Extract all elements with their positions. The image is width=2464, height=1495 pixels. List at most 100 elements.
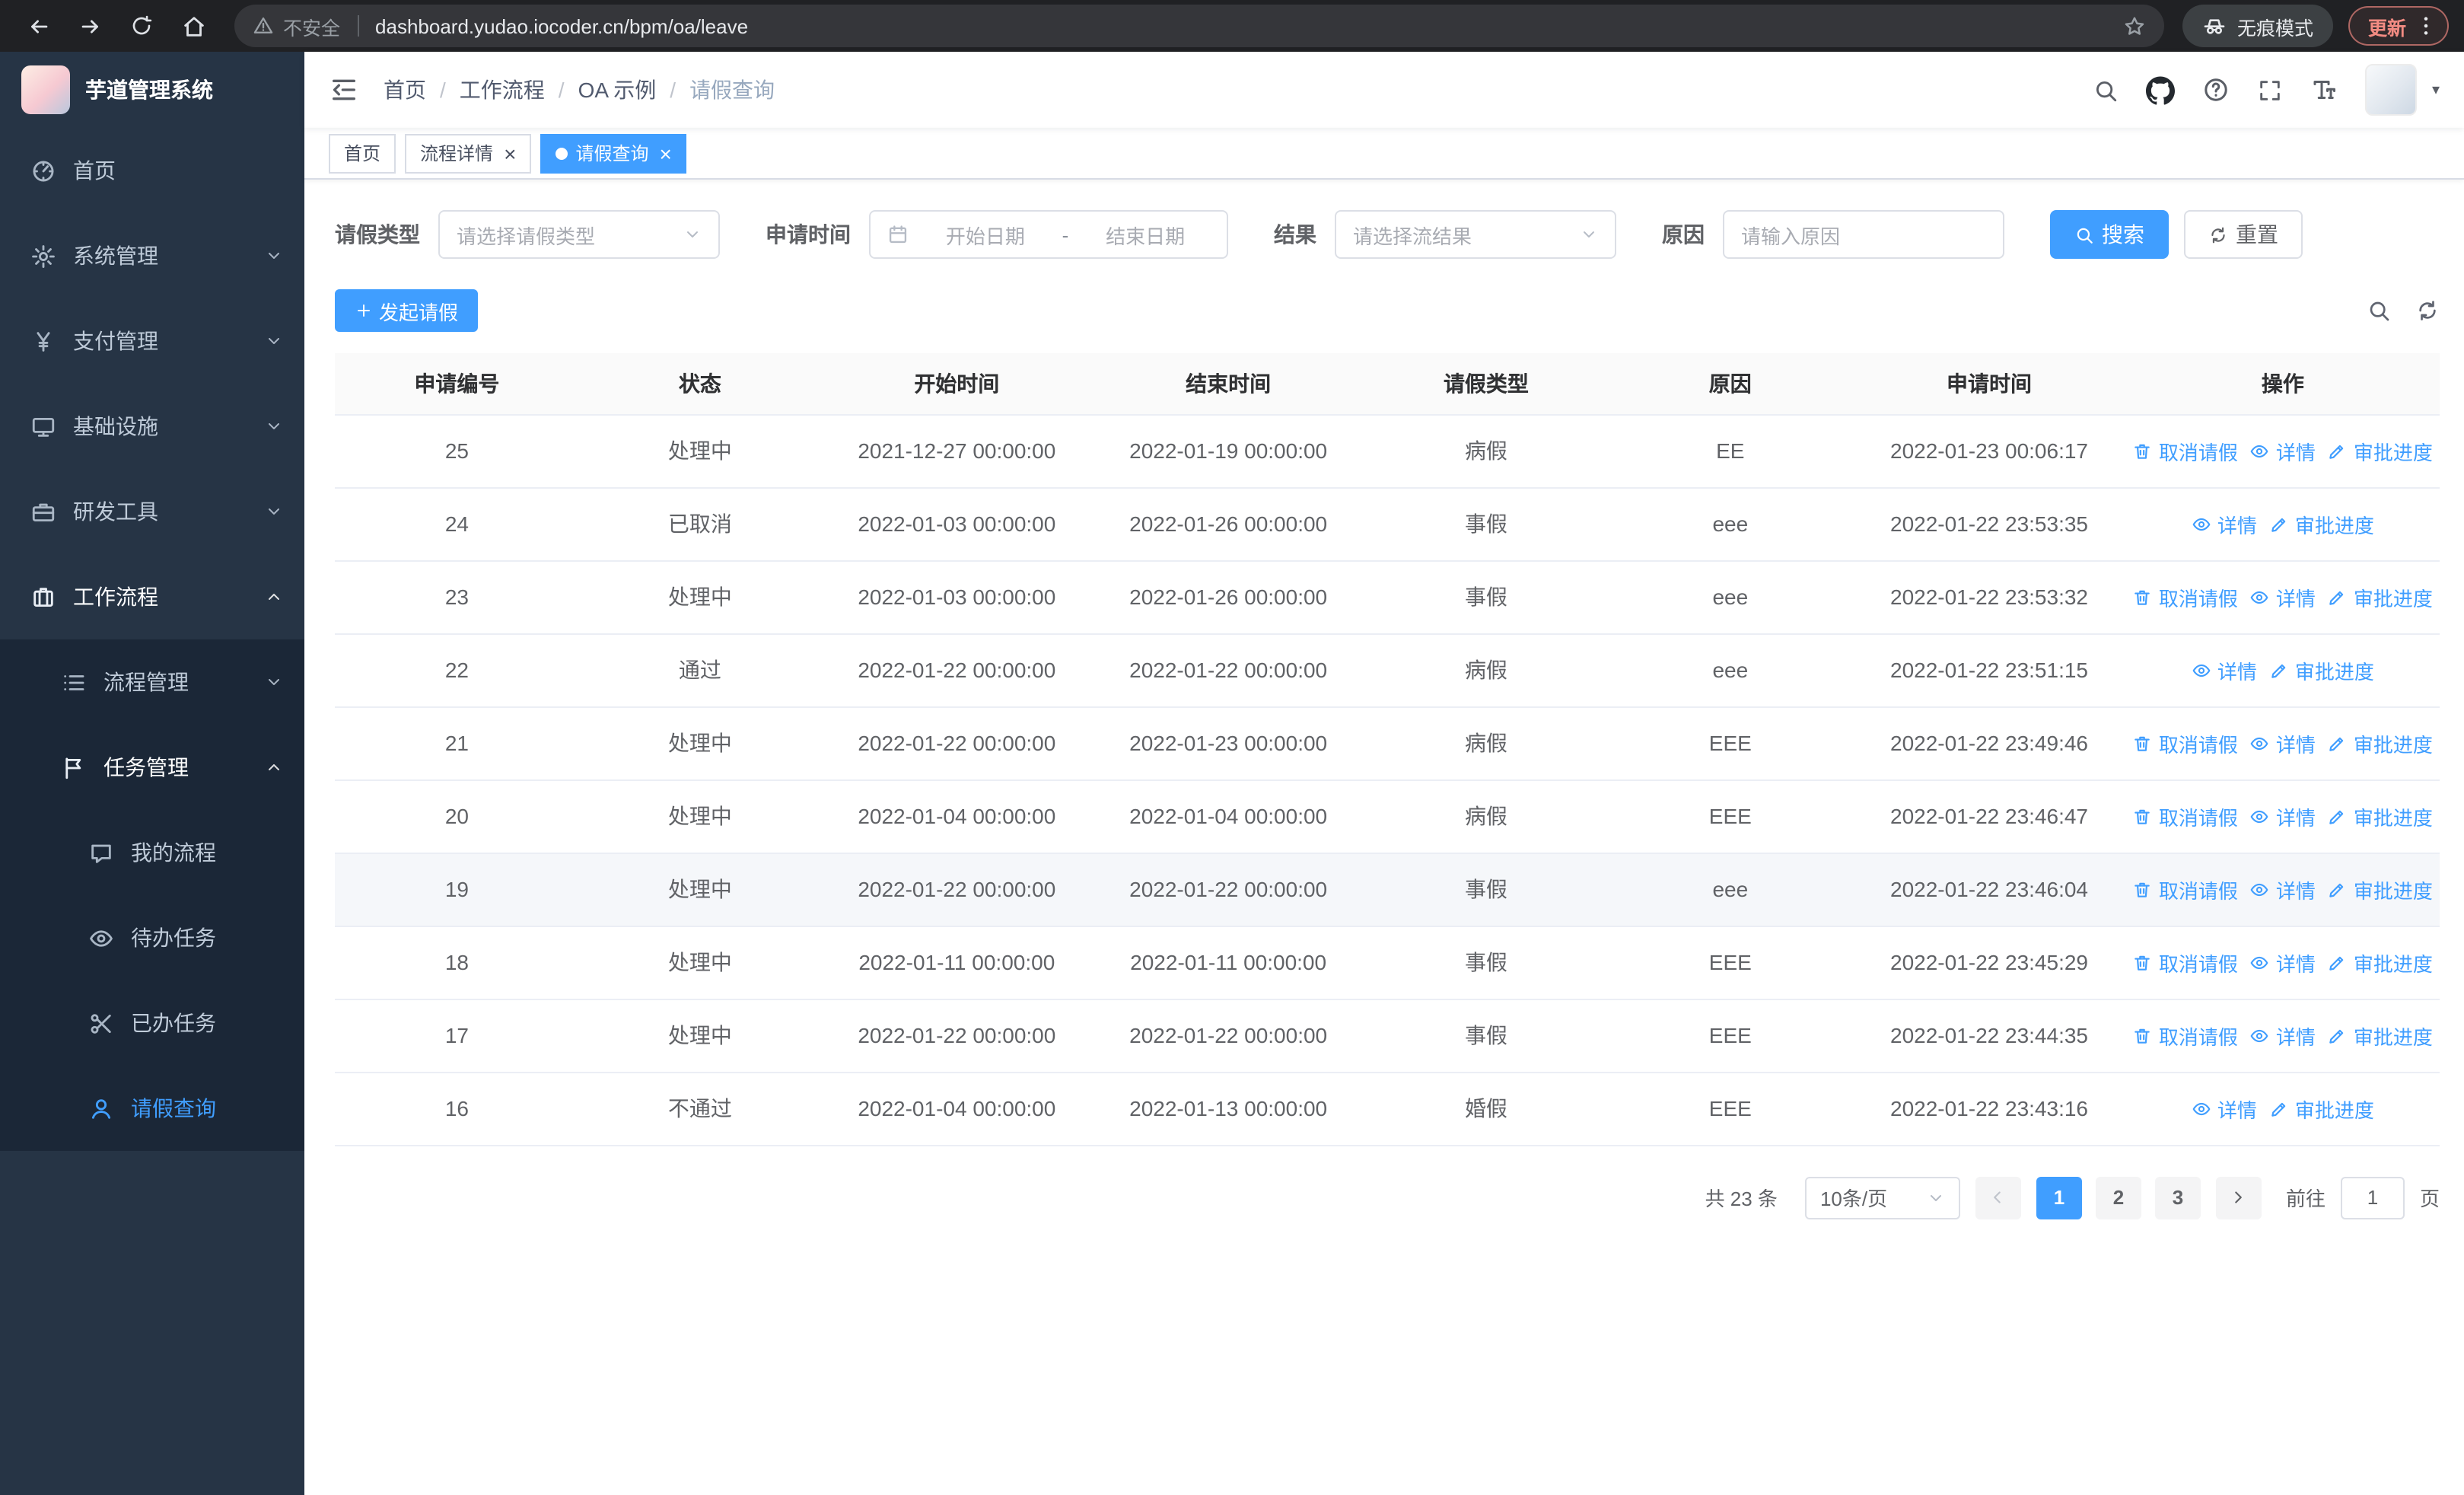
progress-link[interactable]: 审批进度 (2328, 1021, 2433, 1050)
browser-back-button[interactable] (15, 3, 61, 49)
leave-type-select[interactable]: 请选择请假类型 (438, 210, 720, 259)
progress-link[interactable]: 审批进度 (2269, 1094, 2374, 1123)
sidebar-item-workflow[interactable]: 工作流程 (0, 554, 304, 639)
app-logo[interactable]: 芋道管理系统 (0, 52, 304, 128)
detail-link[interactable]: 详情 (2250, 948, 2316, 977)
tab-home[interactable]: 首页 (329, 133, 396, 173)
sidebar-item-leave-query[interactable]: 请假查询 (0, 1066, 304, 1151)
user-avatar[interactable] (2364, 64, 2417, 116)
sidebar-item-process-management[interactable]: 流程管理 (0, 639, 304, 725)
detail-link[interactable]: 详情 (2192, 509, 2257, 538)
filter-apply-time: 申请时间 开始日期 - 结束日期 (766, 210, 1228, 259)
search-button[interactable]: 搜索 (2050, 210, 2169, 259)
header-search-icon[interactable] (2093, 77, 2119, 103)
sidebar-item-task-management[interactable]: 任务管理 (0, 725, 304, 810)
page-buttons: 123 (2036, 1176, 2201, 1219)
prev-page-button[interactable] (1975, 1176, 2021, 1219)
browser-menu-icon[interactable] (2414, 14, 2438, 38)
cell-end: 2022-01-23 00:00:00 (1092, 706, 1364, 780)
detail-link[interactable]: 详情 (2250, 802, 2316, 830)
chevron-down-icon (1580, 225, 1598, 244)
progress-link[interactable]: 审批进度 (2328, 582, 2433, 611)
cancel-link[interactable]: 取消请假 (2133, 802, 2238, 830)
detail-link[interactable]: 详情 (2250, 875, 2316, 904)
breadcrumb-item-0[interactable]: 首页 (384, 75, 426, 105)
font-size-icon[interactable] (2310, 76, 2338, 104)
breadcrumb-item-1[interactable]: 工作流程 (460, 75, 545, 105)
progress-link[interactable]: 审批进度 (2328, 802, 2433, 830)
detail-link[interactable]: 详情 (2250, 582, 2316, 611)
progress-link[interactable]: 审批进度 (2328, 436, 2433, 465)
sidebar-item-infrastructure[interactable]: 基础设施 (0, 384, 304, 469)
fullscreen-icon[interactable] (2257, 77, 2283, 103)
progress-link[interactable]: 审批进度 (2328, 728, 2433, 757)
sidebar-item-label: 请假查询 (131, 1096, 216, 1120)
cancel-link[interactable]: 取消请假 (2133, 875, 2238, 904)
browser-reload-button[interactable] (119, 3, 164, 49)
detail-link[interactable]: 详情 (2192, 1094, 2257, 1123)
next-page-button[interactable] (2215, 1176, 2262, 1219)
user-menu-caret[interactable]: ▾ (2432, 81, 2440, 98)
cell-start: 2022-01-22 00:00:00 (820, 633, 1093, 707)
progress-link[interactable]: 审批进度 (2328, 875, 2433, 904)
tab-process-detail[interactable]: 流程详情 × (405, 133, 532, 173)
page-size-select[interactable]: 10条/页 (1804, 1176, 1960, 1219)
back-icon (25, 13, 51, 39)
progress-link[interactable]: 审批进度 (2328, 948, 2433, 977)
cancel-link[interactable]: 取消请假 (2133, 582, 2238, 611)
breadcrumb-item-2[interactable]: OA 示例 (578, 75, 657, 105)
goto-page-input[interactable] (2340, 1176, 2405, 1219)
cancel-link[interactable]: 取消请假 (2133, 728, 2238, 757)
browser-update-button[interactable]: 更新 (2348, 6, 2449, 46)
reason-input[interactable]: 请输入原因 (1723, 210, 2004, 259)
sidebar-item-dev-tools[interactable]: 研发工具 (0, 469, 304, 554)
detail-label: 详情 (2275, 806, 2316, 829)
page-button-1[interactable]: 1 (2036, 1176, 2082, 1219)
toggle-search-icon[interactable] (2367, 298, 2391, 323)
security-status[interactable]: 不安全 (253, 11, 340, 40)
sidebar-item-system-management[interactable]: 系统管理 (0, 213, 304, 298)
cell-status: 处理中 (578, 853, 821, 926)
sidebar-item-payment-management[interactable]: 支付管理 (0, 298, 304, 384)
close-icon[interactable]: × (659, 142, 671, 164)
sidebar-item-my-process[interactable]: 我的流程 (0, 810, 304, 895)
detail-link[interactable]: 详情 (2250, 728, 2316, 757)
page-button-2[interactable]: 2 (2095, 1176, 2141, 1219)
url-text[interactable]: dashboard.yudao.iocoder.cn/bpm/oa/leave (375, 14, 2108, 37)
sidebar-toggle-icon[interactable] (329, 75, 359, 105)
browser-toolbar: 不安全 dashboard.yudao.iocoder.cn/bpm/oa/le… (0, 0, 2464, 52)
sidebar-item-label: 系统管理 (73, 244, 158, 268)
address-bar[interactable]: 不安全 dashboard.yudao.iocoder.cn/bpm/oa/le… (234, 5, 2164, 47)
bookmark-star-icon[interactable] (2123, 14, 2146, 37)
eye-icon (2192, 660, 2211, 680)
active-tab-dot-icon (556, 147, 568, 159)
cancel-link[interactable]: 取消请假 (2133, 1021, 2238, 1050)
close-icon[interactable]: × (504, 142, 516, 164)
progress-link[interactable]: 审批进度 (2269, 509, 2374, 538)
browser-home-button[interactable] (170, 3, 216, 49)
github-icon[interactable] (2145, 75, 2175, 104)
detail-link[interactable]: 详情 (2192, 655, 2257, 684)
page-button-3[interactable]: 3 (2154, 1176, 2201, 1219)
filter-reason: 原因 请输入原因 (1662, 210, 2004, 259)
tab-leave-query[interactable]: 请假查询 × (540, 133, 687, 173)
refresh-table-icon[interactable] (2415, 298, 2440, 323)
detail-link[interactable]: 详情 (2250, 1021, 2316, 1050)
sidebar-item-done-tasks[interactable]: 已办任务 (0, 980, 304, 1066)
apply-time-range-picker[interactable]: 开始日期 - 结束日期 (869, 210, 1228, 259)
reset-button[interactable]: 重置 (2184, 210, 2303, 259)
breadcrumb-separator: / (670, 78, 676, 102)
detail-link[interactable]: 详情 (2250, 436, 2316, 465)
cell-status: 通过 (578, 633, 821, 707)
progress-link[interactable]: 审批进度 (2269, 655, 2374, 684)
create-leave-button[interactable]: 发起请假 (335, 289, 479, 332)
monitor-icon (30, 413, 56, 439)
breadcrumb-separator: / (558, 78, 565, 102)
browser-forward-button[interactable] (67, 3, 113, 49)
sidebar-item-home[interactable]: 首页 (0, 128, 304, 213)
sidebar-item-todo-tasks[interactable]: 待办任务 (0, 895, 304, 980)
result-select[interactable]: 请选择流结果 (1335, 210, 1616, 259)
cancel-link[interactable]: 取消请假 (2133, 948, 2238, 977)
cancel-link[interactable]: 取消请假 (2133, 436, 2238, 465)
help-icon[interactable] (2202, 76, 2230, 104)
